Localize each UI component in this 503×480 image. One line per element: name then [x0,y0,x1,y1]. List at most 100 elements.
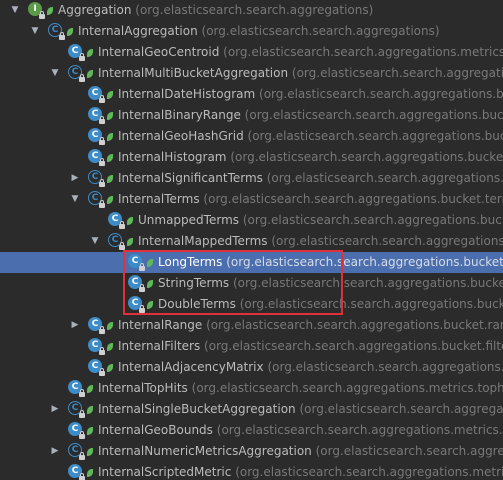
expand-arrow-icon[interactable]: ▼ [30,21,40,42]
expand-arrow-icon[interactable]: ▼ [10,0,20,21]
tree-node[interactable]: ▼ I Aggregation (org.elasticsearch.search.… [0,0,503,21]
public-visibility-icon [105,129,115,143]
tree-node-label: InternalMultiBucketAggregation (org.elas… [98,63,503,84]
public-visibility-icon [105,108,115,122]
public-visibility-icon [85,66,95,80]
tree-node[interactable]: ▼ C InternalMappedTerms (org.elasticsearch… [0,231,503,252]
public-visibility-icon [105,192,115,206]
package-name: (org.elasticsearch.search.aggregations.m… [235,465,503,479]
class-icon: C [68,422,85,439]
public-visibility-icon [145,255,155,269]
public-visibility-icon [85,45,95,59]
expand-arrow-icon[interactable]: ▼ [70,189,80,210]
tree-node[interactable]: ▼ C InternalTerms (org.elasticsearch.searc… [0,189,503,210]
package-name: (org.elasticsearch.search.aggregations.m… [216,423,503,437]
class-icon: C [88,338,105,355]
tree-node[interactable]: C StringTerms (org.elasticsearch.search.a… [0,273,503,294]
class-name: InternalNumericMetricsAggregation [98,444,312,458]
class-icon: C [128,296,145,313]
tree-node[interactable]: ▶ C InternalSingleBucketAggregation (org.e… [0,399,503,420]
tree-node[interactable]: C InternalGeoBounds (org.elasticsearch.se… [0,420,503,441]
class-icon: C [88,317,105,334]
class-name: InternalGeoHashGrid [118,129,244,143]
abstract-class-icon: C [108,233,125,250]
tree-node[interactable]: ▶ C InternalRange (org.elasticsearch.searc… [0,315,503,336]
tree-node[interactable]: C InternalTopHits (org.elasticsearch.sear… [0,378,503,399]
package-name: (org.elasticsearch.search.aggregations.b… [244,108,503,122]
public-visibility-icon [85,381,95,395]
expand-arrow-icon[interactable]: ▼ [90,231,100,252]
tree-node[interactable]: ▼ C InternalMultiBucketAggregation (org.el… [0,63,503,84]
package-name: (org.elasticsearch.search.aggregations.b… [203,192,503,206]
tree-node[interactable]: ▶ C InternalSignificantTerms (org.elastics… [0,168,503,189]
tree-node[interactable]: C InternalScriptedMetric (org.elasticsear… [0,462,503,480]
package-name: (org.elasticsearch.search.aggregations.b… [226,255,503,269]
tree-node[interactable]: C LongTerms (org.elasticsearch.search.agg… [0,252,503,273]
collapse-arrow-icon[interactable]: ▶ [50,399,60,420]
package-name: (org.elasticsearch.search.aggregations.b… [204,339,503,353]
tree-node-label: InternalAggregation (org.elasticsearch.s… [78,21,440,42]
type-hierarchy-tree: ▼ I Aggregation (org.elasticsearch.search.… [0,0,503,480]
tree-node[interactable]: C InternalDateHistogram (org.elasticsearc… [0,84,503,105]
class-name: InternalGeoCentroid [98,45,220,59]
tree-node-label: LongTerms (org.elasticsearch.search.aggr… [158,252,503,273]
tree-node-label: StringTerms (org.elasticsearch.search.ag… [158,273,503,294]
tree-node[interactable]: ▶ C InternalNumericMetricsAggregation (org… [0,441,503,462]
class-icon: C [68,464,85,480]
class-name: InternalFilters [118,339,201,353]
tree-node-label: InternalScriptedMetric (org.elasticsearc… [98,462,503,480]
package-name: (org.elasticsearch.search.aggregations.b… [239,297,503,311]
collapse-arrow-icon[interactable]: ▶ [70,168,80,189]
public-visibility-icon [145,276,155,290]
tree-node[interactable]: C InternalGeoHashGrid (org.elasticsearch.… [0,126,503,147]
abstract-class-icon: C [68,65,85,82]
tree-node[interactable]: C InternalAdjacencyMatrix (org.elasticsea… [0,357,503,378]
package-name: (org.elasticsearch.search.aggregations.b… [267,360,503,374]
tree-node[interactable]: C InternalFilters (org.elasticsearch.sear… [0,336,503,357]
tree-node[interactable]: ▼ C InternalAggregation (org.elasticsearch… [0,21,503,42]
public-visibility-icon [105,87,115,101]
public-visibility-icon [125,234,135,248]
class-name: InternalSignificantTerms [118,171,263,185]
tree-node-label: InternalSingleBucketAggregation (org.ela… [98,399,503,420]
class-icon: C [68,380,85,397]
class-name: InternalAggregation [78,24,198,38]
class-name: InternalGeoBounds [98,423,213,437]
public-visibility-icon [105,150,115,164]
expand-arrow-icon[interactable]: ▼ [50,63,60,84]
public-visibility-icon [145,297,155,311]
package-name: (org.elasticsearch.search.aggregations.b… [232,276,503,290]
public-visibility-icon [85,423,95,437]
class-icon: C [88,86,105,103]
public-visibility-icon [125,213,135,227]
class-name: UnmappedTerms [138,213,240,227]
tree-node[interactable]: C UnmappedTerms (org.elasticsearch.search… [0,210,503,231]
public-visibility-icon [45,3,55,17]
package-name: (org.elasticsearch.search.aggregations.m… [315,444,503,458]
tree-node-label: InternalMappedTerms (org.elasticsearch.s… [138,231,503,252]
collapse-arrow-icon[interactable]: ▶ [50,441,60,462]
package-name: (org.elasticsearch.search.aggregations.b… [259,87,503,101]
collapse-arrow-icon[interactable]: ▶ [70,315,80,336]
tree-node-label: InternalGeoHashGrid (org.elasticsearch.s… [118,126,503,147]
tree-node[interactable]: C InternalGeoCentroid (org.elasticsearch.… [0,42,503,63]
tree-node[interactable]: C DoubleTerms (org.elasticsearch.search.a… [0,294,503,315]
tree-node-label: InternalHistogram (org.elasticsearch.sea… [118,147,503,168]
class-name: LongTerms [158,255,223,269]
tree-node-label: UnmappedTerms (org.elasticsearch.search.… [138,210,503,231]
class-icon: C [88,149,105,166]
tree-node[interactable]: C InternalBinaryRange (org.elasticsearch.… [0,105,503,126]
tree-node-label: InternalAdjacencyMatrix (org.elasticsear… [118,357,503,378]
tree-node[interactable]: C InternalHistogram (org.elasticsearch.se… [0,147,503,168]
package-name: (org.elasticsearch.search.aggregations.b… [230,150,503,164]
package-name: (org.elasticsearch.search.aggregations.m… [223,45,503,59]
